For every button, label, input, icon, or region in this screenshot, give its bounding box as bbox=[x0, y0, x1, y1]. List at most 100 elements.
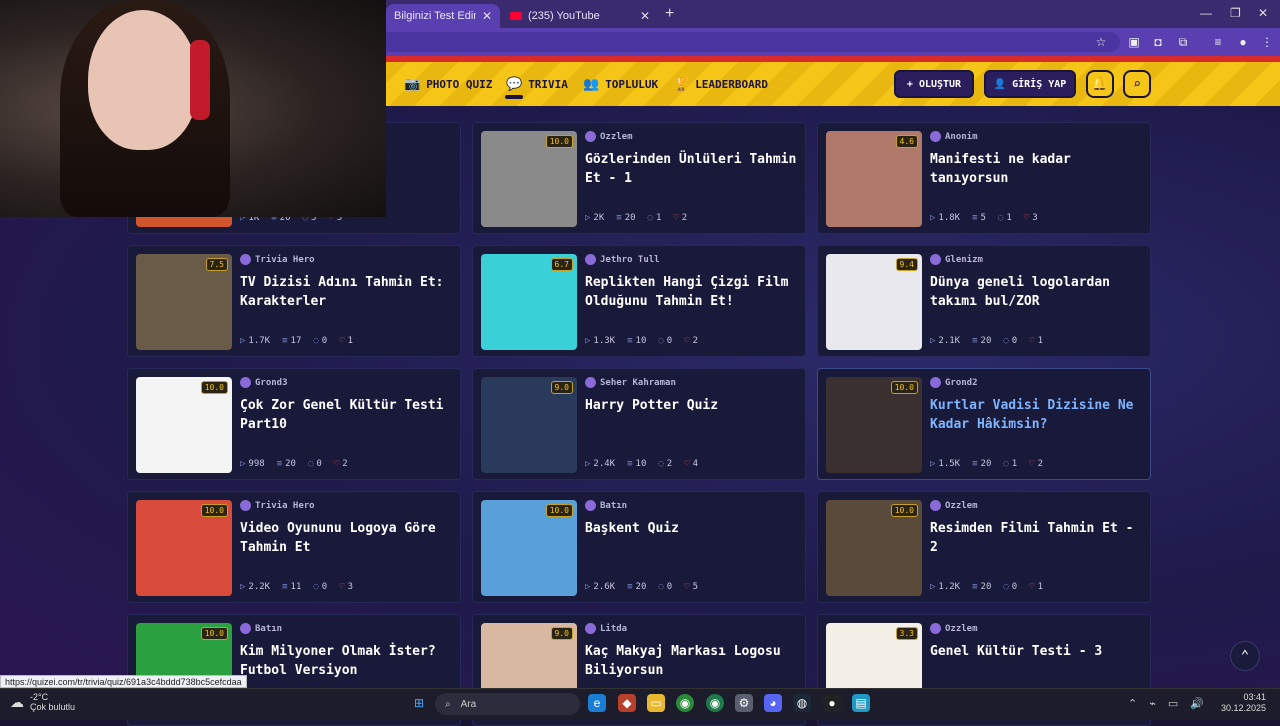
monitor-icon[interactable]: ▭ bbox=[1168, 697, 1178, 710]
folder-icon[interactable]: ▭ bbox=[647, 694, 665, 712]
close-icon[interactable]: ✕ bbox=[482, 9, 492, 23]
tab-youtube[interactable]: (235) YouTube ✕ bbox=[502, 4, 658, 28]
edge-icon[interactable]: e bbox=[588, 694, 606, 712]
quiz-card[interactable]: 4.6 Anonim Manifesti ne kadar tanıyorsun ▷ 1… bbox=[817, 122, 1151, 234]
quiz-card[interactable]: 6.7 Jethro Tull Replikten Hangi Çizgi Film… bbox=[472, 245, 806, 357]
quiz-thumbnail[interactable]: 9.0 bbox=[481, 377, 577, 473]
quiz-author[interactable]: Grond3 bbox=[240, 377, 288, 388]
network-icon[interactable]: ⌁ bbox=[1149, 697, 1156, 710]
quiz-title[interactable]: Kim Milyoner Olmak İster? Futbol Versiyo… bbox=[240, 642, 456, 680]
address-field[interactable] bbox=[380, 32, 1120, 52]
volume-icon[interactable]: 🔊 bbox=[1190, 697, 1204, 710]
quiz-title[interactable]: Harry Potter Quiz bbox=[585, 396, 801, 415]
quiz-author[interactable]: Trivia Hero bbox=[240, 254, 315, 265]
quiz-author[interactable]: Batın bbox=[240, 623, 282, 634]
comment-icon: ◌ bbox=[1003, 336, 1009, 346]
quiz-author[interactable]: Litda bbox=[585, 623, 627, 634]
quiz-stats: ▷ 2.2K ≡ 11 ◌ 0 ♡ 3 bbox=[240, 582, 353, 592]
quiz-title[interactable]: Kurtlar Vadisi Dizisine Ne Kadar Hâkimsi… bbox=[930, 396, 1146, 434]
chevron-up-icon[interactable]: ⌃ bbox=[1128, 697, 1137, 710]
quiz-title[interactable]: Başkent Quiz bbox=[585, 519, 801, 538]
quiz-card[interactable]: 10.0 Grond3 Çok Zor Genel Kültür Testi Par… bbox=[127, 368, 461, 480]
quiz-author[interactable]: Glenizm bbox=[930, 254, 983, 265]
tab-quiz[interactable]: Bilginizi Test Edin - Quiz ✕ bbox=[386, 4, 500, 28]
quiz-author[interactable]: Jethro Tull bbox=[585, 254, 660, 265]
quiz-author[interactable]: Anonim bbox=[930, 131, 978, 142]
quiz-thumbnail[interactable]: 6.7 bbox=[481, 254, 577, 350]
quiz-title[interactable]: Resimden Filmi Tahmin Et - 2 bbox=[930, 519, 1146, 557]
quiz-title[interactable]: Manifesti ne kadar tanıyorsun bbox=[930, 150, 1146, 188]
minimize-icon[interactable]: — bbox=[1200, 6, 1212, 20]
login-button[interactable]: 👤 GİRİŞ YAP bbox=[984, 70, 1076, 98]
quiz-title[interactable]: Video Oyununu Logoya Göre Tahmin Et bbox=[240, 519, 456, 557]
close-window-icon[interactable]: ✕ bbox=[1258, 6, 1268, 20]
puzzle-icon[interactable]: ⧉ bbox=[1176, 35, 1190, 49]
more-icon[interactable]: ⋮ bbox=[1260, 35, 1274, 49]
quiz-author[interactable]: Ozzlem bbox=[585, 131, 633, 142]
quiz-card[interactable]: 10.0 Grond2 Kurtlar Vadisi Dizisine Ne Kad… bbox=[817, 368, 1151, 480]
quiz-author[interactable]: Batın bbox=[585, 500, 627, 511]
scroll-to-top-button[interactable]: ⌃ bbox=[1230, 641, 1260, 671]
bell-icon[interactable]: 🔔 bbox=[1086, 70, 1114, 98]
chrome-profile-icon[interactable]: ◉ bbox=[706, 694, 724, 712]
quiz-card[interactable]: 10.0 Ozzlem Resimden Filmi Tahmin Et - 2 ▷ 1… bbox=[817, 491, 1151, 603]
app-icon[interactable]: ◆ bbox=[618, 694, 636, 712]
quiz-title[interactable]: Genel Kültür Testi - 3 bbox=[930, 642, 1146, 661]
weather-widget[interactable]: ☁ -2°C Çok bulutlu bbox=[10, 692, 75, 712]
quiz-thumbnail[interactable]: 4.6 bbox=[826, 131, 922, 227]
profile-avatar-icon[interactable]: ● bbox=[1236, 35, 1250, 49]
quiz-author[interactable]: Ozzlem bbox=[930, 500, 978, 511]
quiz-card[interactable]: 7.5 Trivia Hero TV Dizisi Adını Tahmin Et:… bbox=[127, 245, 461, 357]
quiz-thumbnail[interactable]: 10.0 bbox=[481, 500, 577, 596]
new-tab-button[interactable]: + bbox=[665, 5, 674, 23]
quiz-title[interactable]: Gözlerinden Ünlüleri Tahmin Et - 1 bbox=[585, 150, 801, 188]
quiz-thumbnail[interactable]: 10.0 bbox=[136, 377, 232, 473]
quiz-thumbnail[interactable]: 10.0 bbox=[481, 131, 577, 227]
quiz-title[interactable]: Kaç Makyaj Markası Logosu Biliyorsun bbox=[585, 642, 801, 680]
create-button[interactable]: + OLUŞTUR bbox=[894, 70, 974, 98]
taskbar-clock[interactable]: 03:41 30.12.2025 bbox=[1221, 692, 1266, 714]
bookmark-star-icon[interactable]: ☆ bbox=[1094, 35, 1108, 49]
windows-start-icon[interactable]: ⊞ bbox=[410, 694, 428, 712]
quiz-thumbnail[interactable]: 10.0 bbox=[136, 500, 232, 596]
chrome-icon[interactable]: ◉ bbox=[676, 694, 694, 712]
comment-icon: ◌ bbox=[658, 336, 664, 346]
nav-trivia[interactable]: 💬 TRIVIA bbox=[506, 77, 568, 92]
quiz-thumbnail[interactable]: 7.5 bbox=[136, 254, 232, 350]
taskbar-search[interactable]: ⌕ Ara bbox=[435, 693, 580, 715]
search-icon[interactable]: ⌕ bbox=[1123, 70, 1151, 98]
quiz-title[interactable]: Çok Zor Genel Kültür Testi Part10 bbox=[240, 396, 456, 434]
nav-topluluk[interactable]: 👥 TOPLULUK bbox=[583, 77, 658, 92]
quiz-author[interactable]: Grond2 bbox=[930, 377, 978, 388]
quiz-card[interactable]: 9.4 Glenizm Dünya geneli logolardan takımı… bbox=[817, 245, 1151, 357]
steam-icon[interactable]: ◍ bbox=[793, 694, 811, 712]
quiz-thumbnail[interactable]: 10.0 bbox=[826, 500, 922, 596]
extension-icon[interactable]: ◘ bbox=[1151, 35, 1165, 49]
likes-value: 2 bbox=[1037, 459, 1044, 469]
quiz-author[interactable]: Trivia Hero bbox=[240, 500, 315, 511]
quiz-card[interactable]: 10.0 Batın Başkent Quiz ▷ 2.6K ≡ 20 ◌ 0 ♡ 5 bbox=[472, 491, 806, 603]
avatar bbox=[240, 254, 251, 265]
quiz-card[interactable]: 10.0 Trivia Hero Video Oyununu Logoya Göre… bbox=[127, 491, 461, 603]
discord-icon[interactable]: ◕ bbox=[764, 694, 782, 712]
menu-list-icon[interactable]: ≡ bbox=[1211, 35, 1225, 49]
quiz-card[interactable]: 9.0 Seher Kahraman Harry Potter Quiz ▷ 2.4K ≡… bbox=[472, 368, 806, 480]
notepad-icon[interactable]: ▤ bbox=[852, 694, 870, 712]
nav-leaderboard[interactable]: 🏆 LEADERBOARD bbox=[673, 77, 768, 92]
quiz-card[interactable]: 10.0 Ozzlem Gözlerinden Ünlüleri Tahmin Et… bbox=[472, 122, 806, 234]
obs-icon[interactable]: ● bbox=[823, 694, 841, 712]
quiz-thumbnail[interactable]: 10.0 bbox=[826, 377, 922, 473]
restore-icon[interactable]: ❐ bbox=[1230, 6, 1241, 20]
quiz-author[interactable]: Seher Kahraman bbox=[585, 377, 676, 388]
heart-icon: ♡ bbox=[339, 582, 345, 592]
settings-gear-icon[interactable]: ⚙ bbox=[735, 694, 753, 712]
quiz-thumbnail[interactable]: 9.4 bbox=[826, 254, 922, 350]
nav-photo-quiz[interactable]: 📷 PHOTO QUIZ bbox=[404, 77, 492, 92]
quiz-title[interactable]: TV Dizisi Adını Tahmin Et: Karakterler bbox=[240, 273, 456, 311]
system-tray[interactable]: ⌃ ⌁ ▭ 🔊 bbox=[1128, 697, 1204, 710]
quiz-title[interactable]: Dünya geneli logolardan takımı bul/ZOR bbox=[930, 273, 1146, 311]
quiz-title[interactable]: Replikten Hangi Çizgi Film Olduğunu Tahm… bbox=[585, 273, 801, 311]
extension-icon[interactable]: ▣ bbox=[1127, 35, 1141, 49]
close-icon[interactable]: ✕ bbox=[640, 9, 650, 23]
quiz-author[interactable]: Ozzlem bbox=[930, 623, 978, 634]
